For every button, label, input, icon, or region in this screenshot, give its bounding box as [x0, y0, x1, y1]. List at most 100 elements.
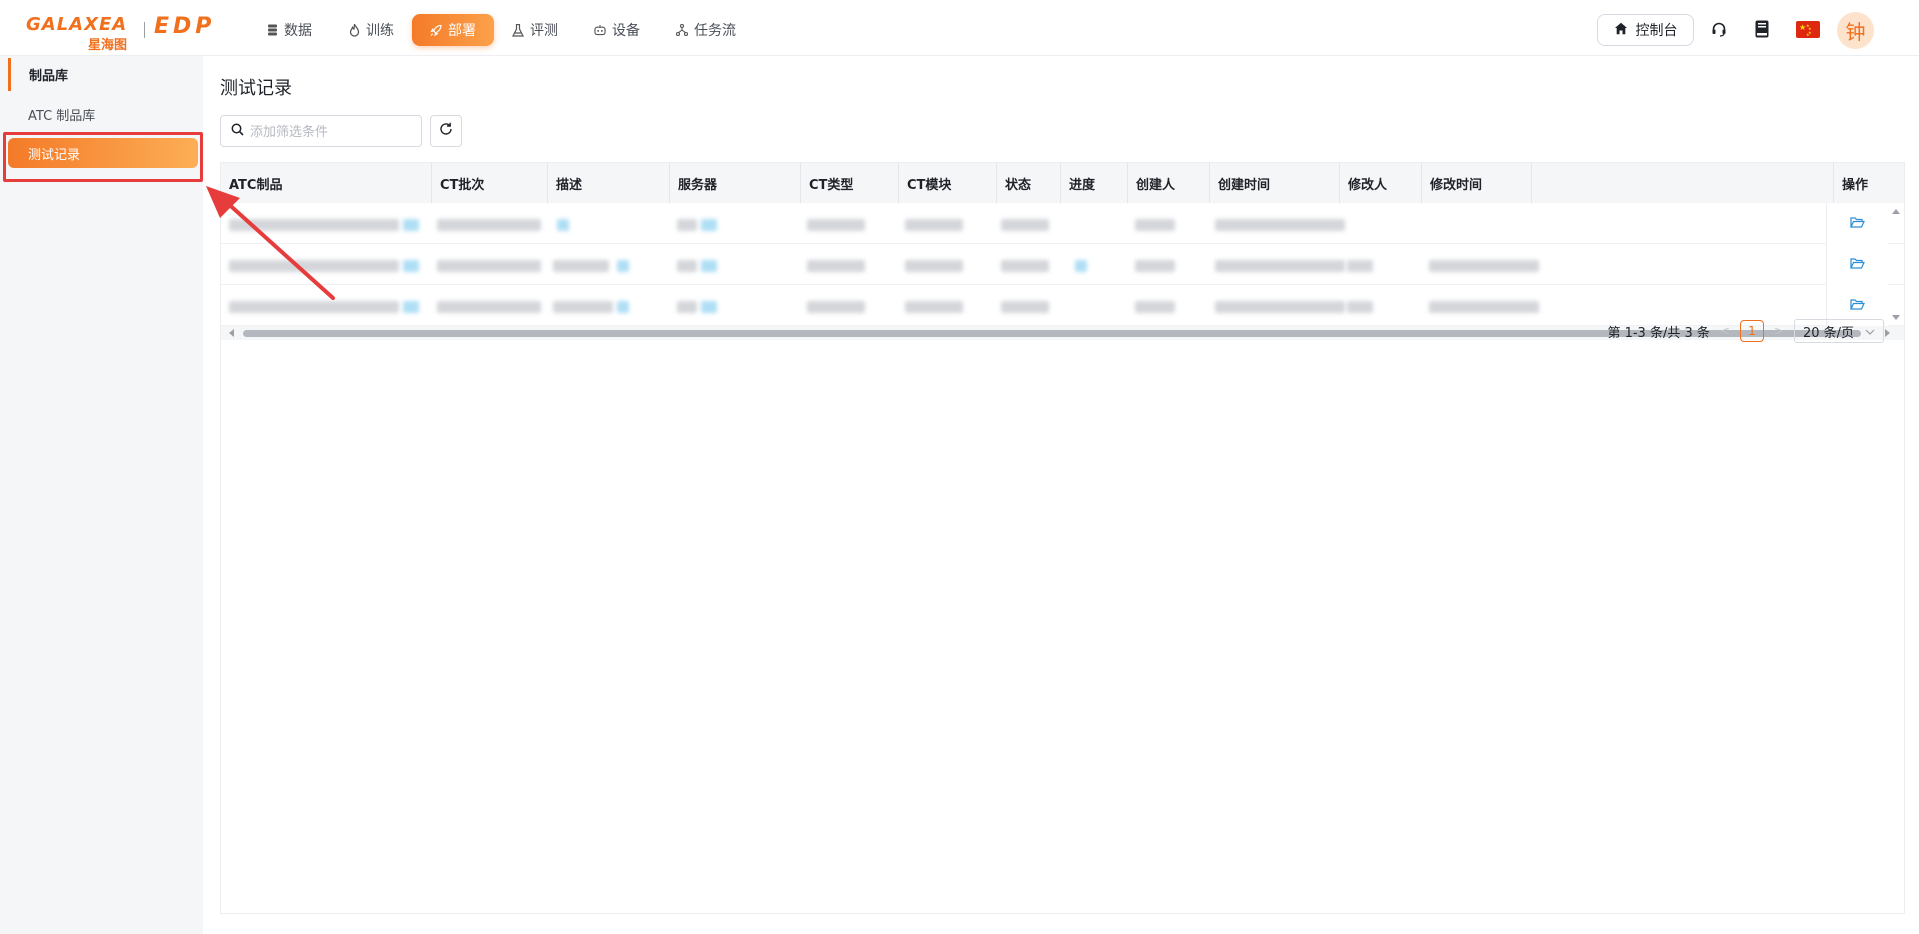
database-icon — [266, 24, 278, 36]
redacted-cell — [905, 301, 963, 313]
action-cell — [1826, 244, 1888, 285]
nav-item-data[interactable]: 数据 — [248, 14, 330, 46]
redacted-cell — [677, 301, 697, 313]
book-icon[interactable] — [1751, 18, 1773, 40]
redacted-cell — [701, 260, 717, 272]
flow-icon — [676, 24, 688, 36]
table-row[interactable] — [221, 203, 1904, 244]
headset-icon[interactable] — [1708, 18, 1730, 40]
nav-item-device[interactable]: 设备 — [576, 14, 658, 46]
console-button[interactable]: 控制台 — [1597, 14, 1694, 46]
column-header[interactable]: 修改人 — [1340, 163, 1422, 203]
folder-open-icon[interactable] — [1850, 257, 1865, 273]
column-header[interactable]: 进度 — [1061, 163, 1128, 203]
redacted-cell — [1001, 219, 1049, 231]
redacted-cell — [1001, 260, 1049, 272]
column-header[interactable]: 服务器 — [670, 163, 801, 203]
nav-item-label: 评测 — [530, 23, 558, 39]
folder-open-icon[interactable] — [1850, 216, 1865, 232]
redacted-cell — [701, 301, 717, 313]
redacted-cell — [617, 260, 629, 272]
folder-open-icon[interactable] — [1850, 298, 1865, 314]
nav-item-label: 设备 — [612, 23, 640, 39]
redacted-cell — [229, 260, 399, 272]
search-icon — [231, 123, 244, 140]
column-header[interactable]: 创建时间 — [1210, 163, 1340, 203]
sidebar-item-test-records[interactable]: 测试记录 — [8, 138, 198, 168]
console-label: 控制台 — [1635, 23, 1678, 39]
action-cell — [1826, 203, 1888, 244]
records-table: ATC制品 CT批次 描述 服务器 CT类型 CT模块 状态 进度 创建人 创建… — [220, 162, 1905, 914]
redacted-cell — [1135, 260, 1175, 272]
flame-icon — [348, 23, 360, 37]
redacted-cell — [905, 219, 963, 231]
redacted-cell — [229, 219, 399, 231]
redacted-cell — [1135, 301, 1175, 313]
page-size-select[interactable]: 20 条/页 — [1794, 319, 1884, 343]
column-header[interactable]: 状态 — [997, 163, 1061, 203]
prev-page-icon[interactable]: < — [1720, 324, 1730, 338]
column-header[interactable]: CT批次 — [432, 163, 548, 203]
chevron-down-icon — [1865, 324, 1875, 339]
sidebar-item-atc-artifacts[interactable]: ATC 制品库 — [28, 105, 95, 124]
next-page-icon[interactable]: > — [1774, 324, 1784, 338]
page-size-label: 20 条/页 — [1803, 325, 1855, 341]
redacted-cell — [403, 301, 419, 313]
redacted-cell — [437, 260, 541, 272]
main-nav: 数据 训练 部署 评测 设备 任务流 — [248, 14, 754, 46]
sidebar-group-artifacts[interactable]: 制品库 — [8, 58, 203, 91]
nav-item-label: 任务流 — [694, 23, 736, 39]
column-header[interactable]: 修改时间 — [1422, 163, 1532, 203]
avatar[interactable]: 钟 — [1837, 12, 1874, 49]
nav-item-train[interactable]: 训练 — [330, 14, 412, 46]
logo-divider — [144, 22, 145, 38]
nav-item-label: 部署 — [448, 23, 476, 39]
redacted-cell — [553, 301, 613, 313]
redacted-cell — [437, 219, 541, 231]
column-header[interactable]: 创建人 — [1128, 163, 1210, 203]
nav-item-label: 训练 — [366, 23, 394, 39]
redacted-cell — [1347, 301, 1373, 313]
table-row[interactable] — [221, 244, 1904, 285]
page-title: 测试记录 — [220, 78, 292, 99]
redacted-cell — [905, 260, 963, 272]
column-header[interactable]: 操作 — [1833, 163, 1904, 203]
vertical-scrollbar[interactable] — [1888, 203, 1904, 326]
china-flag-icon[interactable]: ★ ★ ★ ★ ★ — [1796, 21, 1820, 38]
rocket-icon — [430, 24, 442, 36]
column-header[interactable]: CT模块 — [899, 163, 997, 203]
redacted-cell — [1075, 260, 1087, 272]
refresh-icon — [439, 122, 453, 140]
column-header[interactable]: ATC制品 — [221, 163, 432, 203]
pagination: 第 1-3 条/共 3 条 < 1 > 20 条/页 — [1607, 319, 1884, 343]
redacted-cell — [403, 219, 419, 231]
nav-item-evaluate[interactable]: 评测 — [494, 14, 576, 46]
nav-item-deploy[interactable]: 部署 — [412, 14, 494, 46]
logo-subtitle: 星海图 — [88, 38, 128, 53]
nav-item-workflow[interactable]: 任务流 — [658, 14, 754, 46]
redacted-cell — [1001, 301, 1049, 313]
refresh-button[interactable] — [430, 115, 462, 147]
column-header[interactable]: 描述 — [548, 163, 670, 203]
page-number[interactable]: 1 — [1739, 320, 1764, 342]
filter-search[interactable] — [220, 115, 422, 147]
redacted-cell — [437, 301, 541, 313]
redacted-cell — [617, 301, 629, 313]
flask-icon — [512, 23, 524, 37]
redacted-cell — [553, 260, 609, 272]
redacted-cell — [1215, 219, 1345, 231]
redacted-cell — [807, 301, 865, 313]
redacted-cell — [677, 219, 697, 231]
redacted-cell — [807, 260, 865, 272]
scroll-left-icon[interactable] — [227, 328, 237, 338]
redacted-cell — [557, 219, 569, 231]
table-header: ATC制品 CT批次 描述 服务器 CT类型 CT模块 状态 进度 创建人 创建… — [221, 163, 1904, 203]
filter-input[interactable] — [250, 123, 410, 139]
redacted-cell — [807, 219, 865, 231]
column-header[interactable]: CT类型 — [801, 163, 899, 203]
robot-icon — [594, 24, 606, 36]
logo-text: GALAXEA — [26, 14, 128, 35]
redacted-cell — [1429, 260, 1539, 272]
redacted-cell — [1135, 219, 1175, 231]
redacted-cell — [1215, 260, 1345, 272]
